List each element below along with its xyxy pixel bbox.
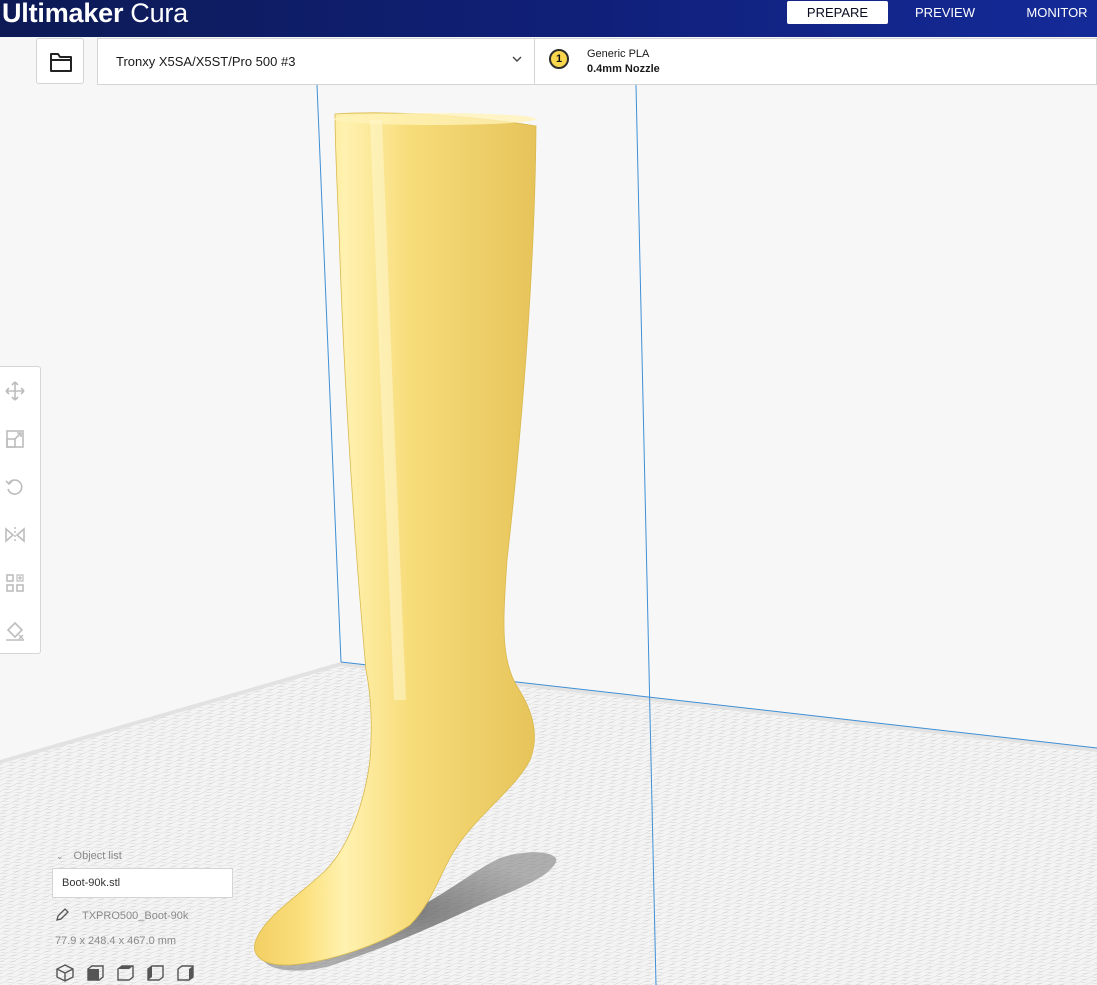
top-view-icon[interactable] [115,963,135,983]
chevron-down-icon [512,56,522,62]
move-icon[interactable] [5,381,25,401]
pencil-icon[interactable] [55,908,69,922]
object-list-label: Object list [73,850,122,862]
front-view-icon[interactable] [85,963,105,983]
material-selector[interactable]: 1 Generic PLA 0.4mm Nozzle [534,38,1097,85]
printer-selector[interactable]: Tronxy X5SA/X5ST/Pro 500 #3 [97,38,534,85]
mirror-icon[interactable] [5,525,25,545]
extruder-badge: 1 [549,49,569,69]
build-volume-scene [0,85,1097,985]
job-name[interactable]: TXPRO500_Boot-90k [82,910,188,922]
tab-monitor[interactable]: MONITOR [1012,1,1097,24]
rotate-icon[interactable] [5,477,25,497]
tab-prepare[interactable]: PREPARE [787,1,888,24]
right-view-icon[interactable] [175,963,195,983]
support-blocker-icon[interactable] [5,621,25,641]
open-file-button[interactable] [36,38,84,84]
material-name: Generic PLA [587,48,650,60]
nozzle-size: 0.4mm Nozzle [587,63,660,75]
brand-bold: Ultimaker [2,0,124,28]
chevron-down-icon: ⌄ [56,851,64,861]
left-view-icon[interactable] [145,963,165,983]
app-logo: Ultimaker Cura [2,0,188,30]
model-dimensions: 77.9 x 248.4 x 467.0 mm [55,935,177,947]
folder-icon [50,53,72,72]
tab-preview[interactable]: PREVIEW [900,1,990,24]
object-list-toggle[interactable]: ⌄ Object list [56,850,122,862]
scale-icon[interactable] [5,429,25,449]
3d-viewport[interactable] [0,85,1097,985]
tool-panel [0,366,41,654]
3d-view-icon[interactable] [55,963,75,983]
app-header: Ultimaker Cura PREPARE PREVIEW MONITOR [0,0,1097,37]
printer-name: Tronxy X5SA/X5ST/Pro 500 #3 [116,54,296,69]
list-item[interactable]: Boot-90k.stl [62,877,120,889]
object-list: Boot-90k.stl [52,868,233,898]
per-model-settings-icon[interactable] [5,573,25,593]
brand-light: Cura [130,0,188,28]
